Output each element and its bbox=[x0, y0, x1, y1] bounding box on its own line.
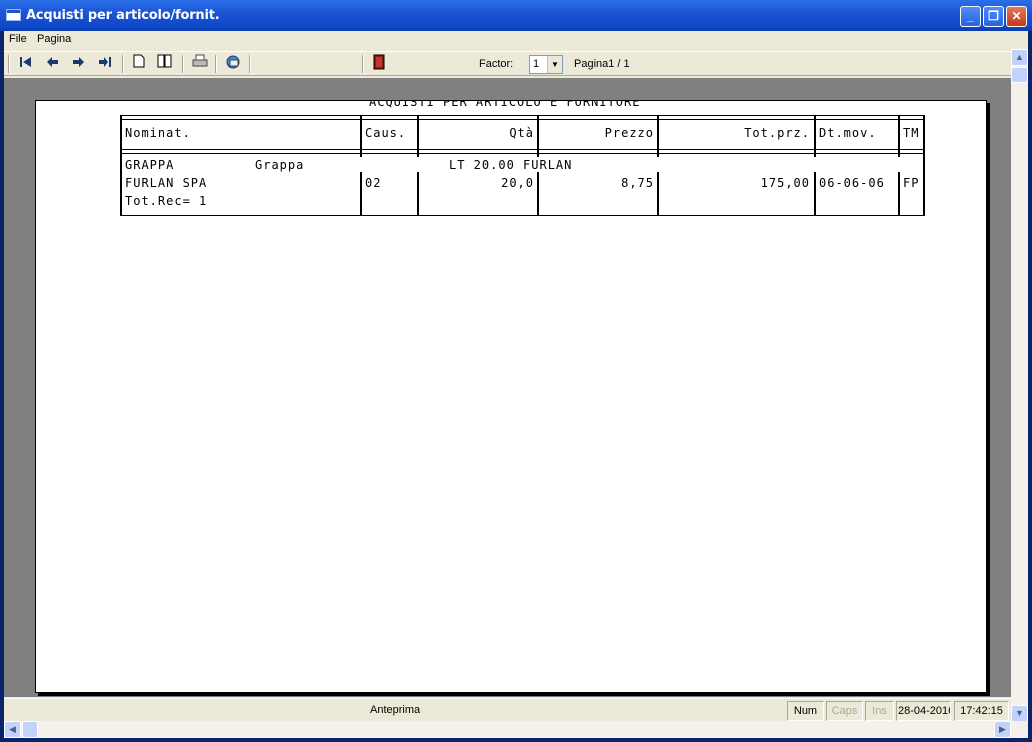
menu-file[interactable]: File bbox=[9, 33, 27, 45]
header-totprz: Tot.prz. bbox=[744, 126, 810, 140]
app-window-icon bbox=[6, 9, 21, 21]
toolbar-separator bbox=[362, 55, 364, 73]
close-icon: ✕ bbox=[1011, 9, 1022, 23]
header-prezzo: Prezzo bbox=[604, 126, 654, 140]
report-page: ACQUISTI PER ARTICOLO E FORNITORE Nomina… bbox=[35, 100, 987, 693]
scroll-left-icon[interactable]: ◀ bbox=[4, 721, 21, 738]
cell-nominat: FURLAN SPA bbox=[125, 176, 208, 190]
header-dtmov: Dt.mov. bbox=[819, 126, 877, 140]
minimize-button[interactable]: _ bbox=[960, 6, 981, 27]
header-top-line bbox=[120, 119, 924, 120]
header-tm: TM bbox=[903, 126, 920, 140]
window-client-area: File Pagina Factor: 1 ▼ Pagina1 / 1 ACQU… bbox=[4, 31, 1028, 738]
header-nominat: Nominat. bbox=[125, 126, 191, 140]
report-title: ACQUISTI PER ARTICOLO E FORNITORE bbox=[369, 100, 641, 109]
export-icon[interactable] bbox=[222, 54, 244, 74]
cell-dtmov: 06-06-06 bbox=[819, 176, 885, 190]
table-bottom-line bbox=[120, 215, 924, 216]
header-bottom-line bbox=[120, 149, 924, 150]
status-caps: Caps bbox=[826, 701, 863, 721]
cell-caus: 02 bbox=[365, 176, 382, 190]
window-title: Acquisti per articolo/fornit. bbox=[26, 8, 220, 23]
two-page-icon[interactable] bbox=[154, 54, 176, 74]
prev-page-icon[interactable] bbox=[42, 54, 64, 74]
group-description: LT 20.00 FURLAN bbox=[449, 158, 573, 172]
vertical-scrollbar[interactable]: ▲ ▼ bbox=[1011, 49, 1028, 722]
toolbar-grip bbox=[8, 55, 10, 73]
factor-select[interactable]: 1 ▼ bbox=[529, 55, 563, 74]
exit-door-icon[interactable] bbox=[368, 54, 390, 74]
header-qta: Qtà bbox=[509, 126, 534, 140]
preview-viewport[interactable]: ACQUISTI PER ARTICOLO E FORNITORE Nomina… bbox=[4, 78, 1011, 697]
print-icon[interactable] bbox=[189, 54, 211, 74]
toolbar-separator bbox=[249, 55, 251, 73]
first-page-icon[interactable] bbox=[15, 54, 37, 74]
horizontal-scrollbar[interactable]: ◀ ▶ bbox=[4, 721, 1028, 738]
minimize-icon: _ bbox=[967, 9, 974, 23]
status-time: 17:42:15 bbox=[954, 701, 1009, 721]
close-button[interactable]: ✕ bbox=[1006, 6, 1027, 27]
factor-label: Factor: bbox=[479, 58, 514, 70]
scroll-up-icon[interactable]: ▲ bbox=[1011, 49, 1028, 66]
header-bottom-line bbox=[120, 153, 924, 154]
preview-toolbar: Factor: 1 ▼ Pagina1 / 1 bbox=[4, 51, 1011, 76]
title-bar[interactable]: Acquisti per articolo/fornit. _ ❐ ✕ bbox=[0, 0, 1032, 31]
next-page-icon[interactable] bbox=[67, 54, 89, 74]
group-code: GRAPPA bbox=[125, 158, 175, 172]
factor-value: 1 bbox=[533, 58, 540, 70]
toolbar-separator bbox=[215, 55, 217, 73]
scroll-down-icon[interactable]: ▼ bbox=[1011, 705, 1028, 722]
chevron-down-icon[interactable]: ▼ bbox=[547, 56, 562, 73]
status-ins: Ins bbox=[865, 701, 894, 721]
col-divider bbox=[923, 115, 925, 216]
status-bar: Anteprima Num Caps Ins 28-04-2016 17:42:… bbox=[4, 698, 1011, 721]
status-num: Num bbox=[787, 701, 824, 721]
header-caus: Caus. bbox=[365, 126, 407, 140]
cell-totprz: 175,00 bbox=[760, 176, 810, 190]
toolbar-separator bbox=[122, 55, 124, 73]
group-name: Grappa bbox=[255, 158, 305, 172]
status-date: 28-04-2016 bbox=[896, 701, 951, 721]
scroll-right-icon[interactable]: ▶ bbox=[994, 721, 1011, 738]
menu-pagina[interactable]: Pagina bbox=[37, 33, 71, 45]
cell-qta: 20,0 bbox=[501, 176, 534, 190]
total-records: Tot.Rec= 1 bbox=[125, 194, 208, 208]
app-window: Acquisti per articolo/fornit. _ ❐ ✕ File… bbox=[0, 0, 1032, 742]
restore-button[interactable]: ❐ bbox=[983, 6, 1004, 27]
restore-icon: ❐ bbox=[988, 9, 999, 23]
last-page-icon[interactable] bbox=[94, 54, 116, 74]
cell-prezzo: 8,75 bbox=[621, 176, 654, 190]
page-indicator: Pagina1 / 1 bbox=[574, 58, 630, 70]
header-top-line bbox=[120, 115, 924, 116]
single-page-icon[interactable] bbox=[128, 54, 150, 74]
status-mode: Anteprima bbox=[370, 704, 421, 716]
toolbar-separator bbox=[182, 55, 184, 73]
cell-tm: FP bbox=[903, 176, 920, 190]
horizontal-scroll-thumb[interactable] bbox=[22, 721, 38, 738]
vertical-scroll-thumb[interactable] bbox=[1011, 67, 1028, 83]
menu-bar: File Pagina bbox=[4, 31, 1028, 49]
